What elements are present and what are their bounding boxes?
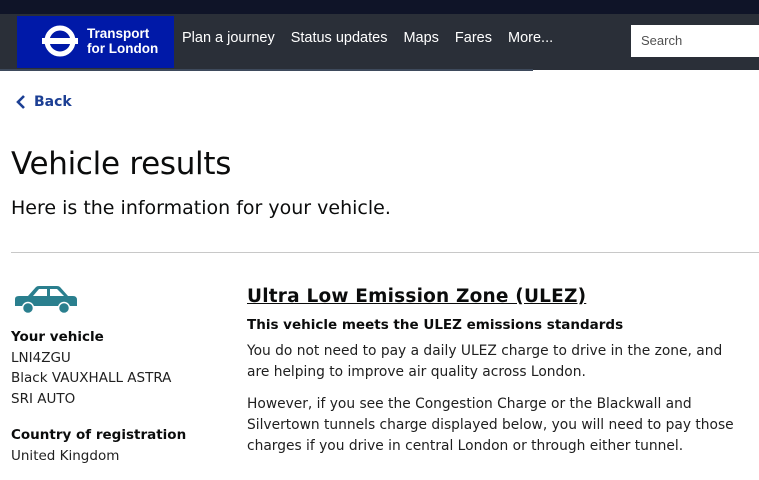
vehicle-registration: LNI4ZGU <box>11 349 71 366</box>
ulez-section: Ultra Low Emission Zone (ULEZ) This vehi… <box>247 286 747 468</box>
vehicle-make-model: Black VAUXHALL ASTRA <box>11 370 172 386</box>
ulez-status: This vehicle meets the ULEZ emissions st… <box>247 317 624 333</box>
roundel-icon <box>42 25 78 57</box>
header-underline <box>0 69 533 71</box>
page-title: Vehicle results <box>11 146 232 182</box>
ulez-paragraph-2: However, if you see the Congestion Charg… <box>247 396 734 454</box>
page-subtitle: Here is the information for your vehicle… <box>11 197 391 219</box>
vehicle-details: Your vehicle LNI4ZGU Black VAUXHALL ASTR… <box>11 327 231 466</box>
country-value: United Kingdom <box>11 447 120 464</box>
back-label: Back <box>34 94 72 110</box>
your-vehicle-label: Your vehicle <box>11 329 104 345</box>
logo-line-2: for London <box>87 41 159 56</box>
ulez-heading-link[interactable]: Ultra Low Emission Zone (ULEZ) <box>247 286 586 307</box>
search-input[interactable]: Search <box>631 25 759 57</box>
logo-text: Transport for London <box>87 26 158 56</box>
car-icon <box>15 286 77 315</box>
back-link[interactable]: Back <box>16 94 72 110</box>
main-nav: Plan a journey Status updates Maps Fares… <box>182 30 569 46</box>
logo-line-1: Transport <box>87 26 150 41</box>
tfl-logo[interactable]: Transport for London <box>17 16 174 68</box>
nav-plan-a-journey[interactable]: Plan a journey <box>182 30 275 46</box>
nav-maps[interactable]: Maps <box>403 30 438 46</box>
chevron-left-icon <box>16 95 25 109</box>
vehicle-variant: SRI AUTO <box>11 390 76 407</box>
nav-more[interactable]: More... <box>508 30 553 46</box>
nav-fares[interactable]: Fares <box>455 30 492 46</box>
nav-status-updates[interactable]: Status updates <box>291 30 388 46</box>
browser-top-strip <box>0 0 759 14</box>
country-label: Country of registration <box>11 427 187 443</box>
ulez-paragraph-1: You do not need to pay a daily ULEZ char… <box>247 343 723 380</box>
section-divider <box>11 252 759 253</box>
